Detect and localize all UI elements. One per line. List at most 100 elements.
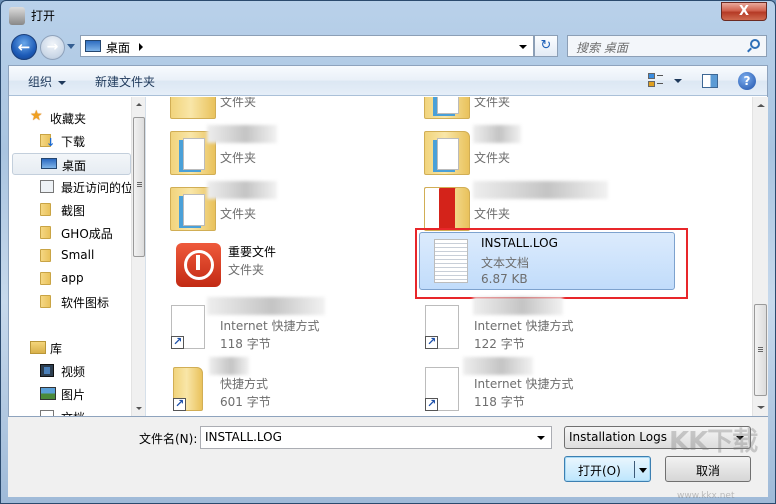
file-item[interactable]: 文件夹 [401,97,651,123]
blurred-file-name [207,297,325,315]
internet-shortcut-icon [425,305,459,349]
back-button[interactable]: ← [11,34,37,60]
pictures-icon [40,387,56,400]
sidebar-item-screenshots[interactable]: 截图 [9,199,131,221]
chevron-down-icon[interactable] [537,436,545,440]
sidebar-item-small[interactable]: Small [9,245,131,267]
sidebar-favorites-label: 收藏夹 [50,112,87,126]
change-view-icon[interactable] [648,73,664,89]
sidebar-item-app[interactable]: app [9,268,131,290]
scrollbar-thumb[interactable] [754,304,767,396]
file-list-scrollbar[interactable] [752,97,768,416]
sidebar-item-documents[interactable]: 文档 [9,406,131,416]
filename-value: INSTALL.LOG [205,430,282,444]
file-item[interactable]: 文件夹 [401,181,651,235]
file-item-important[interactable]: 重要文件 文件夹 [147,237,397,291]
sidebar-item-recent-places[interactable]: 最近访问的位置 [9,176,131,198]
file-type: 文件夹 [228,263,265,277]
file-size: 118 字节 [220,337,271,351]
file-type: 文件夹 [220,97,257,109]
folder-icon [424,187,470,231]
sidebar-item-pictures[interactable]: 图片 [9,383,131,405]
organize-button[interactable]: 组织 [28,73,67,90]
file-size: 118 字节 [474,395,525,409]
sidebar-item-gho[interactable]: GHO成品 [9,222,131,244]
navigation-pane: ★ 收藏夹 下载 桌面 最近访问的位置 截图 GHO成品 [9,97,146,416]
view-options-dropdown-icon[interactable] [674,79,682,83]
star-icon: ★ [30,108,43,124]
file-name: INSTALL.LOG [481,236,558,250]
scroll-down-icon[interactable] [757,406,765,409]
desktop-icon [85,40,101,52]
file-item[interactable]: 文件夹 [401,125,651,179]
file-type: 文件夹 [474,207,511,221]
open-options-dropdown-icon[interactable] [639,468,647,473]
file-type: 文件夹 [474,97,511,109]
sidebar-item-label: GHO成品 [61,227,113,241]
recent-locations-dropdown[interactable] [67,44,75,49]
search-input[interactable]: 搜索 桌面 [567,35,767,57]
documents-icon [40,410,54,416]
forward-button[interactable]: → [40,35,65,60]
file-item[interactable]: 文件夹 [147,181,397,235]
file-type: 快捷方式 [220,377,269,391]
help-button[interactable]: ? [738,72,756,90]
preview-pane-icon[interactable] [702,74,718,88]
file-item-install-log[interactable]: INSTALL.LOG 文本文档 6.87 KB [419,232,675,290]
file-list: 文件夹 文件夹 文件夹 文件夹 文件夹 文件夹 重要文件 文件夹 INSTALL… [147,97,752,416]
sidebar-libraries[interactable]: 库 [9,337,131,359]
watermark-logo: KK下载 [669,427,758,457]
shortcut-arrow-icon [425,335,438,349]
search-icon[interactable] [750,39,760,49]
breadcrumb-desktop[interactable]: 桌面 [106,39,130,56]
navigation-pane-scrollbar[interactable] [131,97,145,416]
sidebar-item-software-icons[interactable]: 软件图标 [9,291,131,313]
breadcrumb-chevron-icon[interactable] [139,43,143,51]
scroll-down-icon[interactable] [136,407,142,410]
sidebar-item-downloads[interactable]: 下载 [9,130,131,152]
blurred-file-name [209,357,249,375]
open-file-dialog: 打开 X ← → 桌面 ↻ 搜索 桌面 组织 新建文件夹 ? ★ 收藏夹 ↓ 下… [0,0,776,504]
file-size: 601 字节 [220,395,271,409]
address-bar[interactable]: 桌面 [80,35,534,57]
close-button[interactable]: X [721,2,767,21]
sidebar-item-label: 截图 [61,204,86,218]
folder-icon [40,295,51,308]
address-history-dropdown-icon[interactable] [519,45,527,49]
sidebar-item-videos[interactable]: 视频 [9,360,131,382]
scroll-up-icon[interactable] [757,104,765,107]
sidebar-item-label: 最近访问的位置 [61,181,131,195]
file-item[interactable]: Internet 快捷方式 122 字节 [401,297,651,353]
title-bar[interactable]: 打开 X [1,1,775,31]
folder-icon [40,272,51,285]
scrollbar-thumb[interactable] [133,117,145,257]
scroll-up-icon[interactable] [136,103,142,106]
back-arrow-icon: ← [17,38,31,56]
file-type: 文件夹 [220,207,257,221]
open-button[interactable]: 打开(O) [564,456,651,482]
blurred-file-name [207,125,277,143]
refresh-button[interactable]: ↻ [534,35,558,57]
folder-shortcut-icon [173,367,203,411]
file-item[interactable]: 文件夹 [147,125,397,179]
sidebar-favorites[interactable]: ★ 收藏夹 [9,107,131,129]
recent-places-icon [40,180,54,193]
file-item[interactable]: 快捷方式 601 字节 [147,357,397,415]
cancel-button[interactable]: 取消 [665,456,751,482]
file-size: 122 字节 [474,337,525,351]
new-folder-button[interactable]: 新建文件夹 [95,73,155,90]
help-icon: ? [743,74,751,88]
file-item[interactable]: 文件夹 [147,97,397,123]
folder-icon [424,97,470,119]
shortcut-arrow-icon [173,397,186,411]
file-item[interactable]: Internet 快捷方式 118 字节 [147,297,397,353]
close-icon: X [738,4,750,19]
file-item[interactable]: Internet 快捷方式 118 字节 [401,357,651,415]
sidebar-item-desktop[interactable]: 桌面 [12,153,131,175]
folder-icon [424,131,470,175]
app-icon [9,7,25,25]
filename-input[interactable]: INSTALL.LOG [200,426,552,449]
blurred-file-name [473,125,521,143]
folder-icon [40,203,51,216]
folder-icon [40,226,51,239]
